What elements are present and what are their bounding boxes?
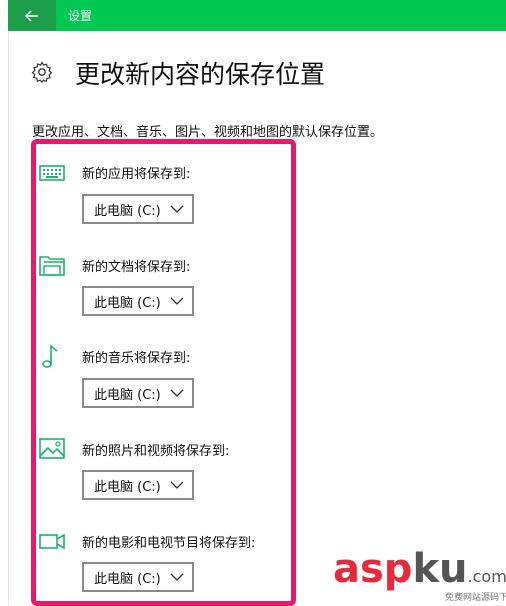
movies-tv-save-label: 新的电影和电视节目将保存到:	[82, 536, 256, 551]
arrow-left-icon	[25, 9, 38, 22]
chevron-down-icon	[170, 297, 184, 305]
music-note-icon	[42, 344, 58, 368]
documents-save-location-value: 此电脑 (C:)	[94, 295, 161, 311]
photos-videos-save-location-dropdown[interactable]: 此电脑 (C:)	[82, 470, 194, 500]
window-title: 设置	[68, 9, 93, 23]
documents-save-location-dropdown[interactable]: 此电脑 (C:)	[82, 286, 194, 316]
image-icon	[39, 438, 65, 459]
photos-videos-save-label: 新的照片和视频将保存到:	[82, 444, 230, 459]
photos-videos-save-location-value: 此电脑 (C:)	[94, 479, 161, 495]
chevron-down-icon	[170, 573, 184, 581]
apps-save-location-value: 此电脑 (C:)	[94, 203, 161, 219]
monitor-icon	[39, 165, 65, 181]
chevron-down-icon	[170, 205, 184, 213]
music-save-label: 新的音乐将保存到:	[82, 351, 191, 366]
page-description: 更改应用、文档、音乐、图片、视频和地图的默认保存位置。	[32, 125, 384, 140]
watermark: aspku.com 免费网站源码下载站!	[333, 546, 506, 603]
title-bar: 设置	[8, 0, 506, 31]
window-left-edge	[0, 0, 9, 605]
chevron-down-icon	[170, 389, 184, 397]
page-title: 更改新内容的保存位置	[75, 60, 326, 89]
music-save-location-value: 此电脑 (C:)	[94, 387, 161, 403]
documents-save-label: 新的文档将保存到:	[82, 260, 191, 275]
movies-tv-save-location-dropdown[interactable]: 此电脑 (C:)	[82, 562, 194, 592]
video-camera-icon	[39, 533, 65, 550]
gear-icon	[31, 61, 53, 84]
folder-icon	[39, 256, 65, 276]
music-save-location-dropdown[interactable]: 此电脑 (C:)	[82, 378, 194, 408]
watermark-logo: aspku.com	[333, 546, 506, 592]
watermark-subtitle: 免费网站源码下载站!	[445, 593, 506, 603]
back-button[interactable]	[8, 0, 56, 31]
apps-save-location-dropdown[interactable]: 此电脑 (C:)	[82, 194, 194, 224]
movies-tv-save-location-value: 此电脑 (C:)	[94, 571, 161, 587]
chevron-down-icon	[170, 481, 184, 489]
apps-save-label: 新的应用将保存到:	[82, 167, 191, 182]
